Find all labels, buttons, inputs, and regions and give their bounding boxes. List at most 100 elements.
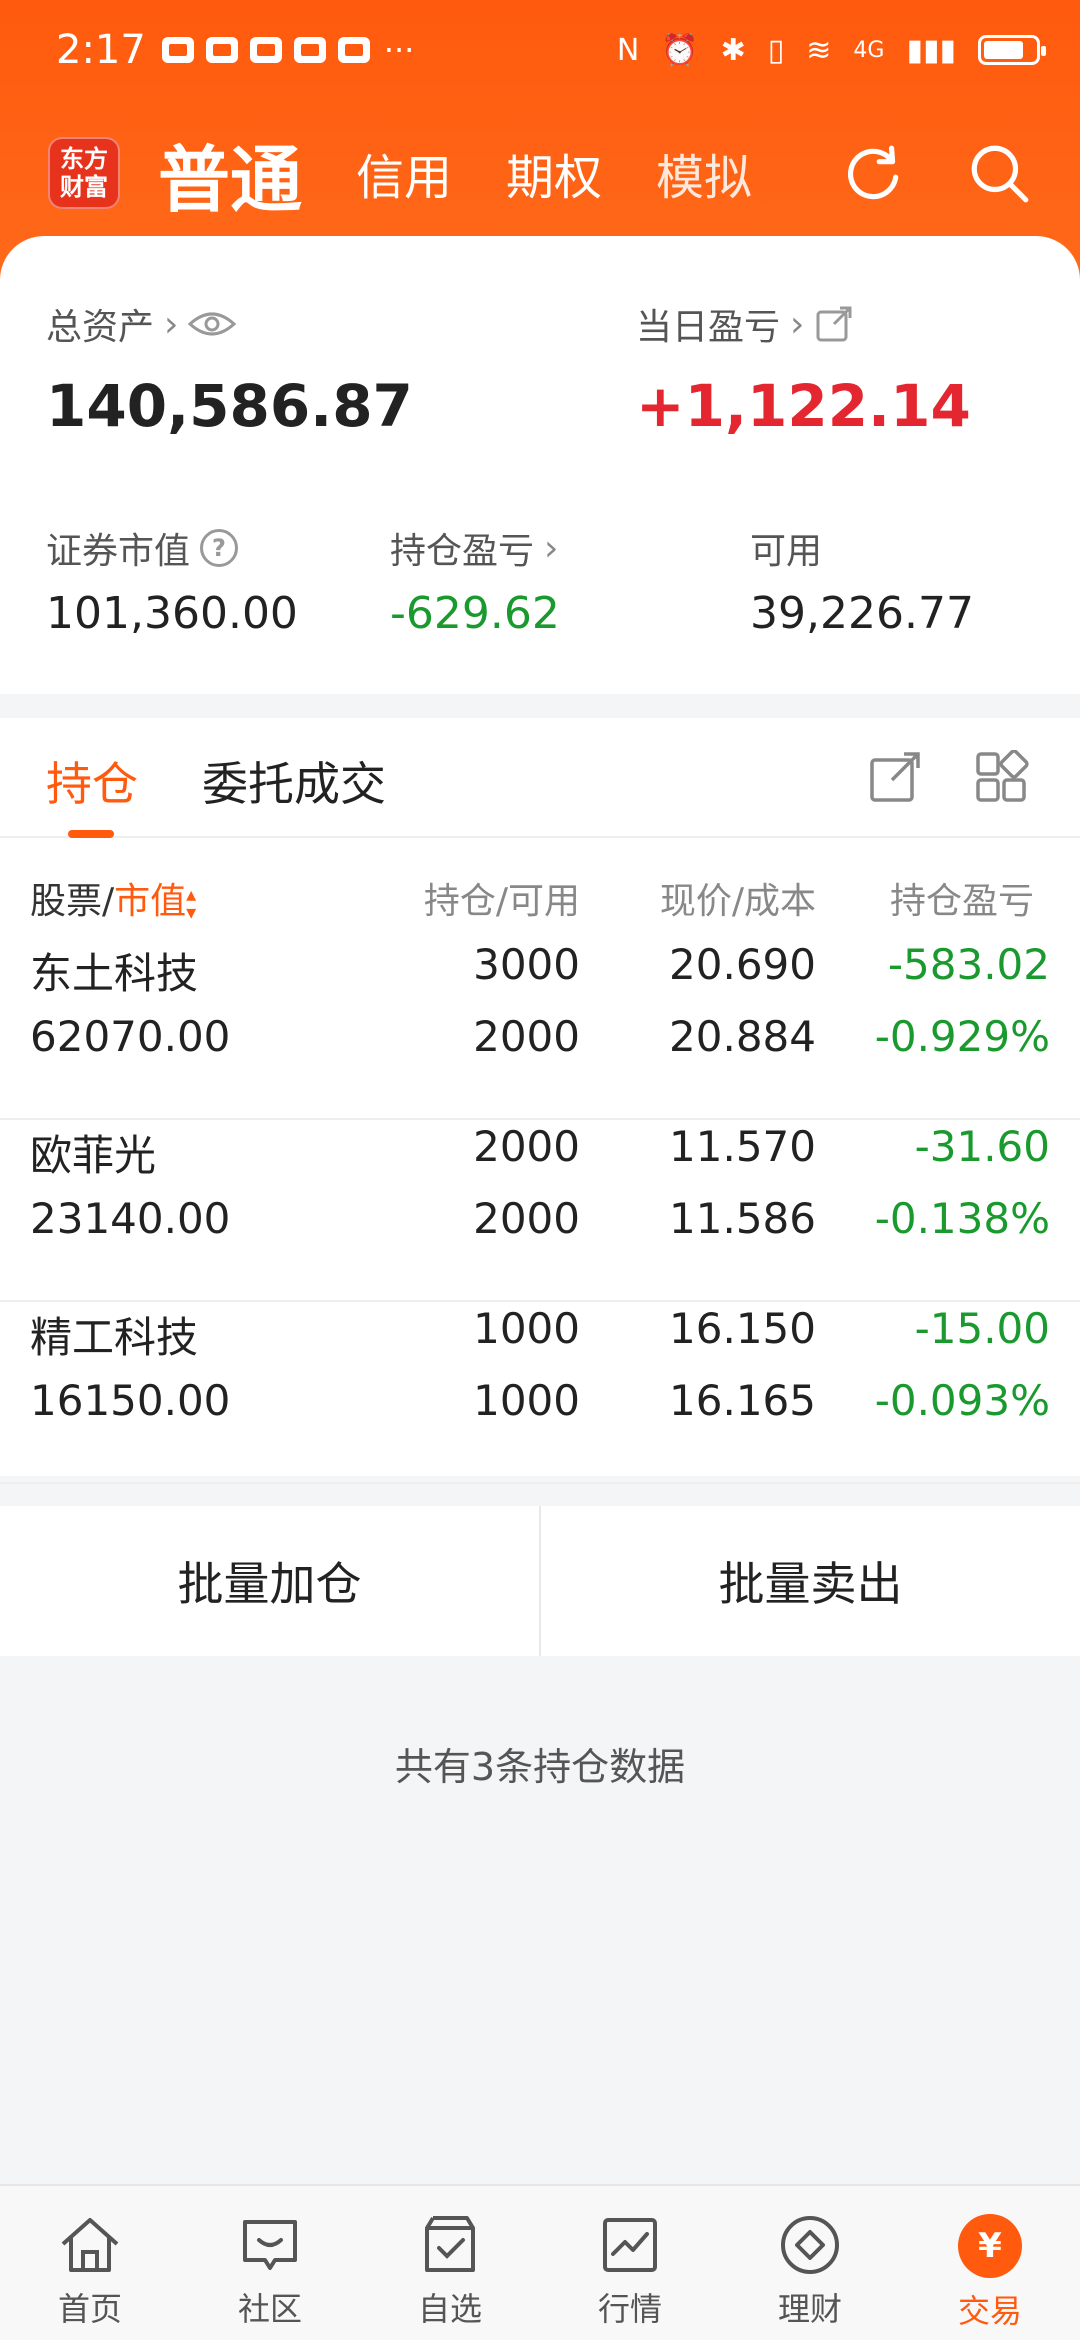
battery-icon: [978, 35, 1046, 65]
trade-icon: ¥: [958, 2214, 1022, 2278]
cost-price: 16.165: [669, 1376, 816, 1425]
nav-home[interactable]: 首页: [0, 2186, 180, 2340]
status-more: ···: [383, 31, 415, 69]
current-price: 11.570: [669, 1122, 816, 1171]
total-assets-label: 总资产: [46, 307, 155, 348]
stock-market-value: 23140.00: [30, 1194, 231, 1243]
nav-trade[interactable]: ¥ 交易: [900, 2186, 1080, 2340]
layout-grid-icon[interactable]: [974, 750, 1030, 806]
position-pnl-pct: -0.093%: [874, 1376, 1050, 1425]
batch-actions: 批量加仓 批量卖出: [0, 1506, 1080, 1656]
alarm-icon: ⏰: [661, 32, 699, 68]
stock-market-value: 62070.00: [30, 1012, 231, 1061]
nav-home-label: 首页: [57, 2290, 122, 2328]
search-icon[interactable]: [966, 140, 1032, 206]
header-market-value[interactable]: 市值: [114, 881, 186, 922]
holding-qty: 2000: [473, 1122, 580, 1171]
tab-options[interactable]: 期权: [506, 138, 602, 208]
current-price: 20.690: [669, 940, 816, 989]
positions-tabs: 持仓 委托成交: [0, 718, 1080, 838]
help-icon[interactable]: ?: [200, 529, 239, 567]
header-price[interactable]: 现价/成本: [660, 872, 816, 924]
share-icon[interactable]: [814, 304, 854, 344]
app-logo: 东方 财富: [48, 137, 120, 209]
notification-book-icon: [249, 37, 282, 63]
nav-market-label: 行情: [597, 2290, 662, 2328]
daily-pnl-value: +1,122.14: [636, 372, 971, 440]
share-icon[interactable]: [868, 750, 924, 806]
position-pnl-label: 持仓盈亏: [390, 531, 535, 572]
available-qty: 2000: [473, 1194, 580, 1243]
notification-book-icon: [337, 37, 370, 63]
holding-qty: 1000: [473, 1304, 580, 1353]
batch-sell-button[interactable]: 批量卖出: [541, 1506, 1080, 1656]
table-row[interactable]: 东土科技 62070.00 3000 2000 20.690 20.884 -5…: [0, 940, 1080, 1120]
header-quantity[interactable]: 持仓/可用: [424, 872, 580, 924]
available-label: 可用: [750, 531, 823, 572]
table-row[interactable]: 精工科技 16150.00 1000 1000 16.150 16.165 -1…: [0, 1304, 1080, 1484]
tab-normal[interactable]: 普通: [158, 121, 302, 226]
table-row[interactable]: 欧菲光 23140.00 2000 2000 11.570 11.586 -31…: [0, 1122, 1080, 1302]
tab-credit[interactable]: 信用: [356, 138, 452, 208]
market-value-label-group: 证券市值 ?: [46, 522, 239, 574]
batch-add-button[interactable]: 批量加仓: [0, 1506, 539, 1656]
position-pnl-value: -629.62: [390, 588, 560, 639]
stock-name: 东土科技: [30, 949, 199, 998]
market-value: 101,360.00: [46, 588, 298, 639]
market-value-label: 证券市值: [46, 531, 191, 572]
community-icon: [243, 2220, 297, 2270]
stock-market-value: 16150.00: [30, 1376, 231, 1425]
bottom-navigation: 首页 社区 自选 行情 理财 ¥ 交易: [0, 2184, 1080, 2340]
nav-watchlist[interactable]: 自选: [360, 2186, 540, 2340]
stock-name: 精工科技: [30, 1313, 199, 1362]
positions-panel: 持仓 委托成交 股票/市值▴ ▾ 持仓/可用 现价/成本 持仓盈亏 东土科技 62…: [0, 718, 1080, 1484]
tab-orders-trades[interactable]: 委托成交: [202, 748, 386, 814]
header-actions: [840, 140, 1032, 206]
home-icon: [61, 2218, 119, 2272]
notification-book-icon: [205, 37, 238, 63]
status-time: 2:17: [56, 27, 146, 73]
bluetooth-icon: ✱: [720, 32, 746, 68]
position-pnl-pct: -0.138%: [874, 1194, 1050, 1243]
nfc-icon: N: [616, 32, 640, 68]
current-price: 16.150: [669, 1304, 816, 1353]
notification-book-icon: [161, 37, 194, 63]
position-pnl: -15.00: [914, 1304, 1050, 1353]
nav-wealth[interactable]: 理财: [720, 2186, 900, 2340]
logo-text-2: 财富: [60, 173, 108, 201]
chevron-right-icon: ›: [790, 303, 805, 345]
stock-name: 欧菲光: [30, 1131, 157, 1180]
vibrate-icon: ▯: [767, 32, 785, 68]
chevron-right-icon: ›: [164, 303, 179, 345]
refresh-icon[interactable]: [840, 140, 906, 206]
available-qty: 2000: [473, 1012, 580, 1061]
daily-pnl-label: 当日盈亏: [636, 307, 781, 348]
position-pnl: -31.60: [914, 1122, 1050, 1171]
total-assets-link[interactable]: 总资产 ›: [46, 298, 237, 350]
cost-price: 11.586: [669, 1194, 816, 1243]
position-pnl-link[interactable]: 持仓盈亏 ›: [390, 522, 558, 574]
notification-book-icon: [293, 37, 326, 63]
header-stock-label: 股票/: [30, 881, 115, 922]
account-type-nav: 东方 财富 普通 信用 期权 模拟: [0, 118, 1080, 228]
sort-icon[interactable]: ▴ ▾: [186, 884, 196, 922]
nav-community[interactable]: 社区: [180, 2186, 360, 2340]
table-header: 股票/市值▴ ▾ 持仓/可用 现价/成本 持仓盈亏: [0, 840, 1080, 940]
position-pnl-pct: -0.929%: [874, 1012, 1050, 1061]
total-assets-value: 140,586.87: [46, 372, 413, 440]
tab-simulation[interactable]: 模拟: [656, 138, 752, 208]
positions-count-text: 共有3条持仓数据: [394, 1745, 686, 1789]
available-label-group: 可用: [750, 522, 822, 574]
tab-holdings[interactable]: 持仓: [46, 748, 138, 814]
nav-market[interactable]: 行情: [540, 2186, 720, 2340]
notification-icons: [161, 37, 370, 63]
available-value: 39,226.77: [750, 588, 974, 639]
eye-icon[interactable]: [188, 308, 237, 340]
daily-pnl-link[interactable]: 当日盈亏 ›: [636, 298, 854, 350]
assets-summary-card: 总资产 › 140,586.87 当日盈亏 › +1,122.14 证券市值 ?…: [0, 236, 1080, 694]
nav-wealth-label: 理财: [777, 2290, 842, 2328]
header-pnl[interactable]: 持仓盈亏: [890, 872, 1060, 924]
cost-price: 20.884: [669, 1012, 816, 1061]
header-stock: 股票/市值▴ ▾: [30, 872, 196, 924]
nav-watchlist-label: 自选: [417, 2290, 482, 2328]
